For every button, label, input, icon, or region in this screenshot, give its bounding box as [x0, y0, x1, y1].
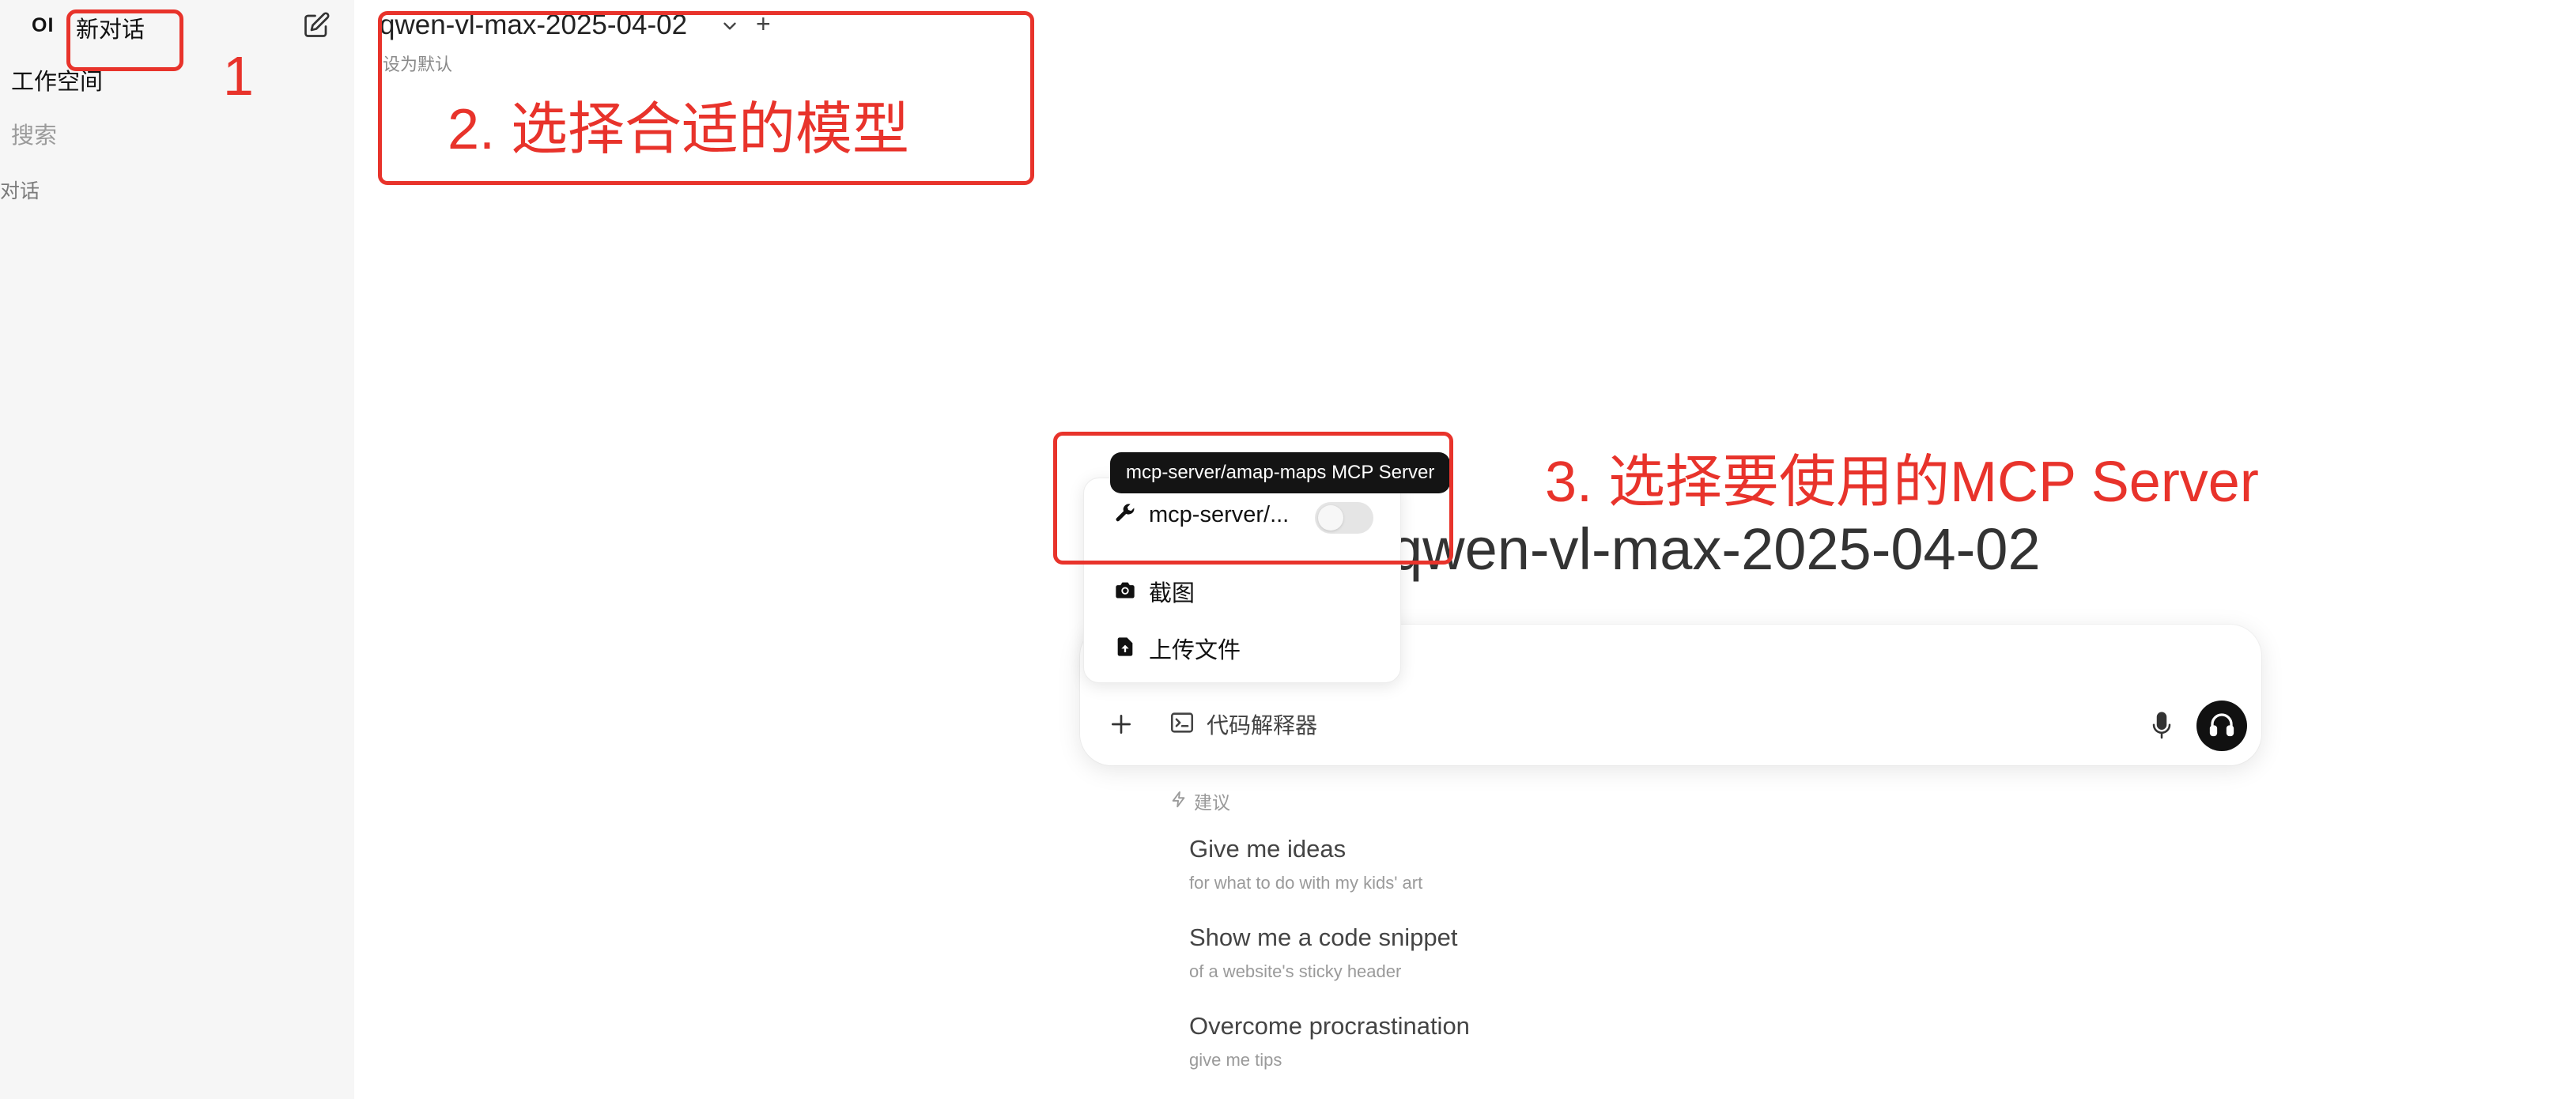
model-title: qwen-vl-max-2025-04-02	[1390, 516, 2041, 582]
suggestion-subtitle: give me tips	[1189, 1050, 1282, 1070]
edit-icon[interactable]	[299, 9, 334, 41]
headphones-icon	[2208, 710, 2236, 742]
annotation-label-1: 1	[223, 45, 254, 107]
search-input[interactable]: 搜索	[11, 117, 57, 150]
bolt-icon	[1170, 791, 1188, 812]
suggestion-item[interactable]: Show me a code snippet of a website's st…	[1189, 923, 1458, 982]
voice-mode-button[interactable]	[2196, 701, 2247, 751]
suggestion-item[interactable]: Give me ideas for what to do with my kid…	[1189, 835, 1422, 893]
suggestion-title: Give me ideas	[1189, 835, 1347, 863]
sidebar-section-chats: 对话	[0, 180, 40, 202]
sidebar: OI 新对话 工作空间 搜索 对话	[0, 0, 354, 1099]
suggestion-item[interactable]: Overcome procrastination give me tips	[1189, 1012, 1470, 1071]
terminal-icon	[1169, 709, 1195, 740]
code-interpreter-button[interactable]: 代码解释器	[1169, 708, 1317, 740]
annotation-box-3	[1053, 432, 1453, 565]
suggestions-header: 建议	[1170, 787, 1230, 814]
menu-item-upload-file[interactable]: 上传文件	[1114, 632, 1241, 665]
app-logo: OI	[32, 14, 55, 36]
menu-item-label: 上传文件	[1149, 638, 1241, 663]
suggestions-label: 建议	[1194, 792, 1230, 813]
annotation-label-2: 2. 选择合适的模型	[448, 98, 910, 161]
camera-icon	[1114, 579, 1136, 605]
suggestion-title: Overcome procrastination	[1189, 1012, 1470, 1040]
file-upload-icon	[1114, 636, 1136, 662]
microphone-icon[interactable]	[2146, 708, 2178, 743]
suggestion-title: Show me a code snippet	[1189, 923, 1458, 951]
plus-icon[interactable]	[1104, 707, 1139, 742]
menu-item-label: 截图	[1149, 581, 1195, 606]
suggestion-subtitle: of a website's sticky header	[1189, 961, 1402, 981]
code-interpreter-label: 代码解释器	[1207, 713, 1318, 738]
menu-item-screenshot[interactable]: 截图	[1114, 575, 1195, 608]
suggestion-subtitle: for what to do with my kids' art	[1189, 873, 1423, 893]
annotation-label-3: 3. 选择要使用的MCP Server	[1545, 451, 2259, 514]
annotation-box-1	[66, 9, 183, 71]
